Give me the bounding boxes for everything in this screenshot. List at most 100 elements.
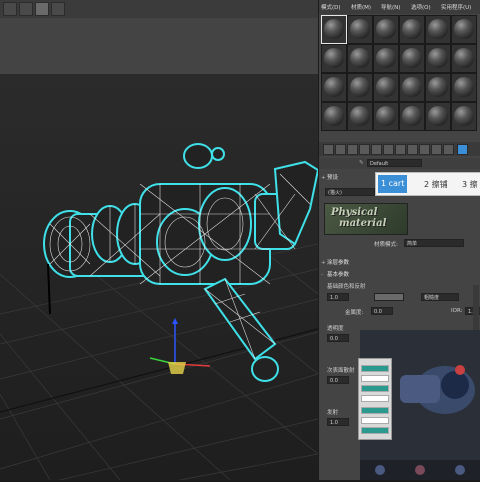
map-row[interactable]	[361, 395, 389, 402]
toolbar-button[interactable]	[35, 2, 49, 16]
basic-label: 基本参数	[327, 272, 350, 278]
material-sphere-icon	[402, 77, 422, 97]
wireframe-model[interactable]	[43, 143, 318, 382]
preset-field[interactable]: (猫火)	[325, 188, 375, 196]
material-editor-menubar: 模式(D) 材质(M) 导航(N) 选项(O) 实用程序(U)	[319, 0, 480, 14]
menu-material[interactable]: 材质(M)	[351, 3, 371, 11]
material-sphere-icon	[376, 106, 396, 126]
material-sample-slot[interactable]	[425, 44, 451, 73]
reset-material-icon[interactable]	[359, 144, 370, 155]
material-sample-slot[interactable]	[451, 44, 477, 73]
material-sphere-icon	[350, 48, 370, 68]
go-sibling-icon[interactable]	[457, 144, 468, 155]
material-sample-slot[interactable]	[373, 44, 399, 73]
material-sample-slot[interactable]	[373, 102, 399, 131]
logo-line1: Physical	[331, 207, 378, 218]
material-sample-slot[interactable]	[321, 73, 347, 102]
material-sample-slot[interactable]	[321, 15, 347, 44]
material-name-row: ✎ Default	[319, 158, 480, 169]
transform-gizmo[interactable]	[149, 318, 211, 374]
material-sample-slot[interactable]	[373, 15, 399, 44]
ime-candidate-1[interactable]: 1 cart	[378, 175, 408, 193]
metalness-spinner[interactable]: 0.0	[371, 307, 393, 315]
material-mode-label: 材质模式:	[374, 242, 398, 248]
material-sample-slot[interactable]	[347, 73, 373, 102]
map-row[interactable]	[361, 385, 389, 392]
material-slots	[321, 15, 480, 131]
material-sample-slot[interactable]	[399, 15, 425, 44]
material-sphere-icon	[402, 48, 422, 68]
toolbar-button[interactable]	[19, 2, 33, 16]
get-material-icon[interactable]	[323, 144, 334, 155]
material-sample-slot[interactable]	[373, 73, 399, 102]
effects-channel-icon[interactable]	[407, 144, 418, 155]
material-sphere-icon	[324, 19, 344, 39]
roughness-dropdown[interactable]: 粗糙度	[421, 293, 459, 301]
material-sphere-icon	[350, 106, 370, 126]
menu-mode[interactable]: 模式(D)	[321, 3, 341, 11]
material-sample-slot[interactable]	[425, 15, 451, 44]
material-mode-dropdown[interactable]: 简单	[404, 239, 464, 247]
material-sphere-icon	[428, 48, 448, 68]
map-row[interactable]	[361, 375, 389, 382]
toolbar-button[interactable]	[3, 2, 17, 16]
material-sample-slot[interactable]	[425, 73, 451, 102]
menu-utilities[interactable]: 实用程序(U)	[441, 3, 471, 11]
ime-candidate-2[interactable]: 2 擦铺	[424, 179, 448, 190]
copy-material-icon[interactable]	[371, 144, 382, 155]
material-sphere-icon	[324, 48, 344, 68]
subsurface-spinner[interactable]: 0.0	[327, 376, 349, 384]
emission-label: 发射	[327, 410, 339, 416]
eyedropper-icon[interactable]: ✎	[359, 160, 364, 166]
emission-spinner[interactable]: 1.0	[327, 418, 349, 426]
material-sphere-icon	[454, 48, 474, 68]
menu-options[interactable]: 选项(O)	[411, 3, 431, 11]
material-sample-slot[interactable]	[347, 102, 373, 131]
base-weight-spinner[interactable]: 1.0	[327, 293, 349, 301]
material-sample-slot[interactable]	[399, 44, 425, 73]
basic-rollout-header[interactable]: - 基本参数	[321, 270, 349, 280]
presets-label: 预设	[327, 175, 339, 181]
material-sphere-icon	[350, 19, 370, 39]
go-parent-icon[interactable]	[443, 144, 454, 155]
material-sample-slot[interactable]	[451, 73, 477, 102]
presets-rollout-header[interactable]: +预设	[321, 173, 338, 183]
material-sample-slot[interactable]	[347, 44, 373, 73]
material-sphere-icon	[428, 77, 448, 97]
main-toolbar	[0, 0, 318, 19]
map-row[interactable]	[361, 427, 389, 434]
material-sample-slot[interactable]	[451, 15, 477, 44]
unique-icon[interactable]	[383, 144, 394, 155]
base-color-swatch[interactable]	[374, 293, 404, 301]
map-row[interactable]	[361, 407, 389, 414]
menu-navigation[interactable]: 导航(N)	[381, 3, 400, 11]
ior-label: IOR:	[451, 308, 463, 314]
transparency-spinner[interactable]: 0.0	[327, 334, 349, 342]
show-end-result-icon[interactable]	[431, 144, 442, 155]
library-icon[interactable]	[395, 144, 406, 155]
material-sample-slot[interactable]	[451, 102, 477, 131]
material-sample-slot[interactable]	[347, 15, 373, 44]
ime-candidate-3[interactable]: 3 擦	[462, 179, 478, 190]
assign-material-icon[interactable]	[347, 144, 358, 155]
material-sample-slot[interactable]	[321, 44, 347, 73]
material-sphere-icon	[428, 106, 448, 126]
material-sample-slot[interactable]	[399, 73, 425, 102]
material-sample-slot[interactable]	[425, 102, 451, 131]
material-name-field[interactable]: Default	[367, 159, 422, 167]
toolbar-button[interactable]	[51, 2, 65, 16]
logo-line2: material	[339, 218, 387, 229]
map-parameter-subpanel	[358, 358, 392, 440]
coating-label: 涂层参数	[327, 260, 350, 266]
ime-candidate-bar: 1 cart 2 擦铺 3 擦	[375, 172, 480, 196]
map-row[interactable]	[361, 417, 389, 424]
coating-rollout-header[interactable]: +涂层参数	[321, 258, 349, 268]
material-sample-slot[interactable]	[321, 102, 347, 131]
material-sphere-icon	[402, 106, 422, 126]
material-sphere-icon	[324, 77, 344, 97]
show-map-icon[interactable]	[419, 144, 430, 155]
perspective-viewport[interactable]	[0, 74, 318, 480]
map-row[interactable]	[361, 365, 389, 372]
material-sample-slot[interactable]	[399, 102, 425, 131]
put-to-scene-icon[interactable]	[335, 144, 346, 155]
